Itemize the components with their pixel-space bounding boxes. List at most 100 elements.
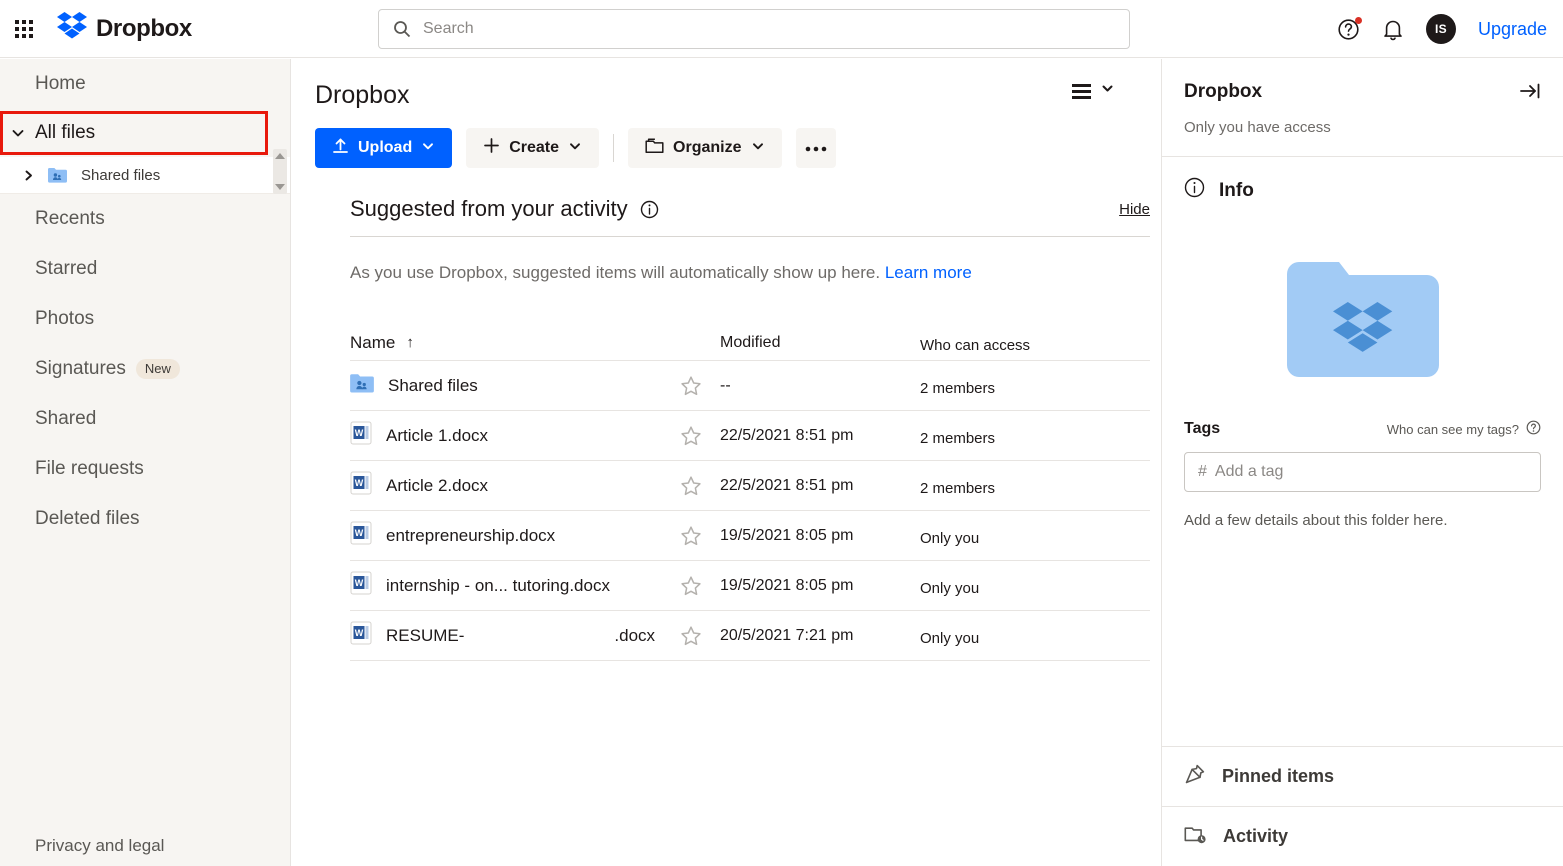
file-name-label: RESUME- [386,626,464,646]
sidebar-item-label: Signatures [35,358,126,380]
sidebar-item-starred[interactable]: Starred [0,244,290,294]
star-toggle[interactable] [680,625,720,647]
header-actions: IS Upgrade [1337,0,1547,58]
column-header-modified[interactable]: Modified [720,334,920,352]
activity-section[interactable]: Activity [1162,806,1563,866]
help-circle-icon[interactable] [1337,18,1360,41]
tag-input-wrapper[interactable]: # [1184,452,1541,492]
file-modified-cell: 19/5/2021 8:05 pm [720,527,920,545]
star-toggle[interactable] [680,425,720,447]
chevron-down-icon [751,139,765,158]
organize-button[interactable]: Organize [628,128,781,168]
file-access-cell: Only you [920,625,1150,647]
search-bar[interactable] [378,9,1130,49]
table-row[interactable]: W Article 1.docx 22/5/2021 8:51 pm 2 mem… [350,411,1150,461]
file-name-cell[interactable]: W internship - on... tutoring.docx [350,571,680,600]
file-access-cell: 2 members [920,425,1150,447]
help-badge-dot [1355,17,1362,24]
word-document-icon: W [350,521,372,550]
dropbox-logo-icon [57,12,87,45]
sidebar-item-home[interactable]: Home [0,59,290,109]
privacy-and-legal-link[interactable]: Privacy and legal [35,836,164,856]
table-row[interactable]: W internship - on... tutoring.docx 19/5/… [350,561,1150,611]
svg-text:W: W [355,478,364,488]
organize-button-label: Organize [673,139,741,157]
file-name-cell[interactable]: W Article 1.docx [350,421,680,450]
search-input[interactable] [423,10,1129,48]
create-button-label: Create [509,139,559,157]
shared-folder-icon [48,167,67,183]
dropbox-folder-icon [1162,224,1563,414]
tag-input[interactable] [1215,463,1527,481]
sidebar: Home All files Shared files [0,59,291,866]
sidebar-item-label: File requests [35,458,144,480]
file-name-cell[interactable]: W RESUME- .docx [350,621,680,650]
collapse-panel-icon[interactable] [1519,81,1541,101]
sidebar-item-deleted-files[interactable]: Deleted files [0,494,290,544]
table-row[interactable]: W Article 2.docx 22/5/2021 8:51 pm 2 mem… [350,461,1150,511]
file-table-header: Name ↑ Modified Who can access [350,325,1150,361]
info-circle-icon[interactable] [640,200,659,219]
upload-button[interactable]: Upload [315,128,452,168]
star-toggle[interactable] [680,525,720,547]
file-name-cell[interactable]: W Article 2.docx [350,471,680,500]
pinned-items-section[interactable]: Pinned items [1162,746,1563,806]
upgrade-link[interactable]: Upgrade [1478,19,1547,40]
sidebar-item-shared[interactable]: Shared [0,394,290,444]
more-actions-button[interactable] [796,128,836,168]
sidebar-subtree-shared-files[interactable]: Shared files [0,157,290,194]
word-document-icon: W [350,571,372,600]
scroll-down-arrow-icon[interactable] [275,184,285,190]
folder-icon [645,137,664,159]
file-name-label: internship - on... tutoring.docx [386,576,610,596]
sidebar-item-all-files[interactable]: All files [0,111,268,155]
table-row[interactable]: W entrepreneurship.docx 19/5/2021 8:05 p… [350,511,1150,561]
sidebar-subtree-scrollbar[interactable] [273,149,287,194]
file-name-cell[interactable]: Shared files [350,373,680,398]
page-title: Dropbox [315,81,1161,110]
hide-suggested-link[interactable]: Hide [1119,201,1150,218]
file-modified-cell: 19/5/2021 8:05 pm [720,577,920,595]
file-access-cell: 2 members [920,475,1150,497]
sidebar-item-signatures[interactable]: Signatures New [0,344,290,394]
table-row[interactable]: W RESUME- .docx 20/5/2021 7:21 pm Only y… [350,611,1150,661]
column-header-access[interactable]: Who can access [920,332,1150,354]
word-document-icon: W [350,621,372,650]
star-toggle[interactable] [680,375,720,397]
scroll-up-arrow-icon[interactable] [275,153,285,159]
sidebar-item-label: Photos [35,308,94,330]
sidebar-item-recents[interactable]: Recents [0,194,290,244]
details-panel-header: Dropbox [1162,59,1563,103]
details-panel-info-row[interactable]: Info [1162,157,1563,224]
table-row[interactable]: Shared files -- 2 members [350,361,1150,411]
file-name-label: entrepreneurship.docx [386,526,555,546]
file-name-cell[interactable]: W entrepreneurship.docx [350,521,680,550]
question-circle-icon [1526,420,1541,438]
toolbar-divider [613,134,614,162]
dropbox-brand[interactable]: Dropbox [57,12,192,45]
details-panel-access-text: Only you have access [1162,103,1563,157]
view-toggle-button[interactable] [1072,81,1115,101]
star-toggle[interactable] [680,475,720,497]
sidebar-item-photos[interactable]: Photos [0,294,290,344]
ellipsis-icon [805,139,827,157]
sidebar-item-label: Recents [35,208,105,230]
sort-ascending-icon: ↑ [406,334,414,351]
star-toggle[interactable] [680,575,720,597]
learn-more-link[interactable]: Learn more [885,263,972,282]
bell-icon[interactable] [1382,18,1404,41]
app-grid-icon[interactable] [11,16,37,42]
create-button[interactable]: Create [466,128,599,168]
file-table: Name ↑ Modified Who can access Shared fi… [350,325,1150,661]
tags-help-link[interactable]: Who can see my tags? [1387,420,1541,438]
search-icon [393,20,411,38]
column-header-name[interactable]: Name ↑ [350,333,680,353]
chevron-right-icon[interactable] [22,169,35,182]
file-access-cell: 2 members [920,375,1150,397]
sidebar-item-file-requests[interactable]: File requests [0,444,290,494]
suggested-section: Suggested from your activity Hide As you… [350,196,1150,283]
chevron-down-icon [10,125,26,141]
actions-toolbar: Upload Create [315,128,1161,168]
file-table-body: Shared files -- 2 members W Article 1.do… [350,361,1150,661]
avatar[interactable]: IS [1426,14,1456,44]
